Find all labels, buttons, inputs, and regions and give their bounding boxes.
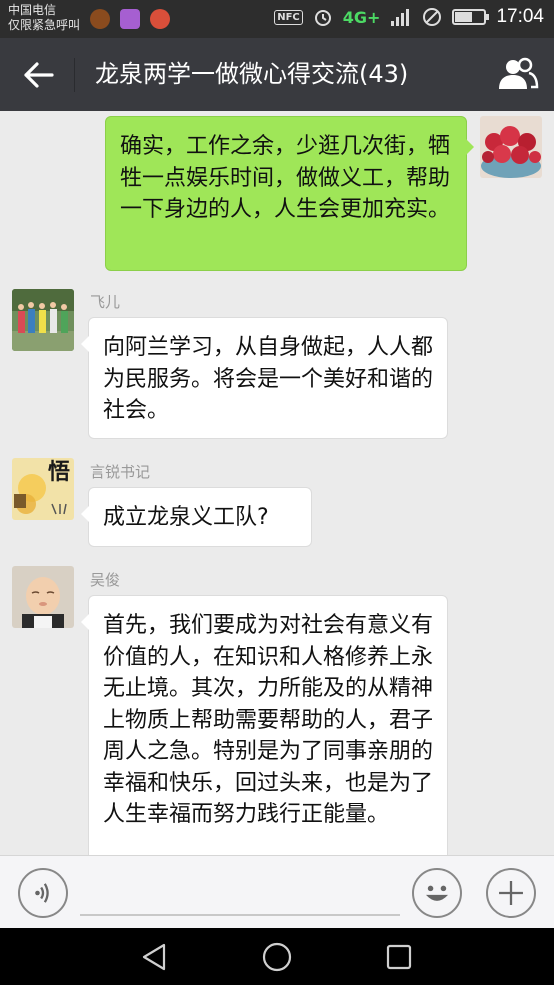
notification-icons — [90, 9, 170, 29]
message-input[interactable] — [80, 870, 400, 916]
incoming-message-bubble[interactable]: 向阿兰学习，从自身做起，人人都为民服务。将会是一个美好和谐的社会。 — [81, 317, 448, 439]
incoming-message-bubble[interactable]: 首先，我们要成为对社会有意义有价值的人，在知识和人格修养上永无止境。其次，力所能… — [81, 595, 448, 855]
chat-title-bar: 龙泉两学一做微心得交流(43) — [0, 38, 554, 111]
app-notification-icon — [90, 9, 110, 29]
sender-name: 言锐书记 — [90, 463, 151, 481]
battery-icon — [452, 9, 490, 25]
message-list[interactable]: 确实，工作之余，少逛几次街，牺牲一点娱乐时间，做做义工，帮助一下身边的人，人生会… — [0, 111, 554, 855]
avatar-wujun[interactable] — [12, 566, 74, 628]
clock: 17:04 — [496, 6, 544, 27]
group-photo-avatar-image — [12, 289, 74, 351]
alarm-icon — [314, 10, 331, 26]
network-type: 4G+ — [342, 7, 381, 27]
carrier-emergency: 仅限紧急呼叫 — [8, 18, 81, 32]
nav-back-icon[interactable] — [138, 940, 172, 974]
incoming-message-bubble[interactable]: 成立龙泉义工队? — [81, 487, 312, 547]
sender-name: 吴俊 — [90, 571, 121, 589]
my-avatar[interactable] — [480, 116, 542, 178]
gallery-notification-icon — [120, 9, 140, 29]
group-members-icon[interactable] — [496, 54, 540, 94]
back-arrow-icon[interactable] — [20, 56, 58, 94]
lychee-avatar-image — [480, 116, 542, 178]
emoji-icon[interactable] — [412, 868, 462, 918]
status-right: NFC 4G+ 17:04 — [274, 6, 544, 28]
carrier-name: 中国电信 — [8, 3, 57, 17]
message-text: 确实，工作之余，少逛几次街，牺牲一点娱乐时间，做做义工，帮助一下身边的人，人生会… — [120, 134, 451, 222]
nav-recents-icon[interactable] — [382, 940, 416, 974]
avatar-badge-character: 悟 — [48, 460, 71, 485]
sender-name: 飞儿 — [90, 293, 121, 311]
chat-input-bar — [0, 855, 554, 928]
signal-icon — [391, 9, 410, 26]
status-bar: 中国电信 仅限紧急呼叫 NFC 4G+ 17:04 — [0, 0, 554, 38]
outgoing-message-bubble[interactable]: 确实，工作之余，少逛几次街，牺牲一点娱乐时间，做做义工，帮助一下身边的人，人生会… — [105, 116, 474, 271]
system-navigation-bar — [0, 928, 554, 985]
message-text: 向阿兰学习，从自身做起，人人都为民服务。将会是一个美好和谐的社会。 — [103, 335, 434, 423]
voice-icon[interactable] — [18, 868, 68, 918]
message-text: 首先，我们要成为对社会有意义有价值的人，在知识和人格修养上永无止境。其次，力所能… — [103, 613, 434, 827]
nav-home-icon[interactable] — [260, 940, 294, 974]
nfc-icon: NFC — [274, 9, 303, 25]
title-divider — [74, 58, 75, 92]
contact-notification-icon — [150, 9, 170, 29]
message-text: 成立龙泉义工队? — [103, 505, 269, 530]
baby-avatar-image — [12, 566, 74, 628]
chat-title: 龙泉两学一做微心得交流(43) — [95, 60, 409, 88]
carrier-info: 中国电信 仅限紧急呼叫 — [8, 3, 80, 33]
plus-icon[interactable] — [486, 868, 536, 918]
do-not-disturb-icon — [423, 8, 442, 26]
avatar-yanrui[interactable]: 悟 — [12, 458, 74, 520]
avatar-feier[interactable] — [12, 289, 74, 351]
